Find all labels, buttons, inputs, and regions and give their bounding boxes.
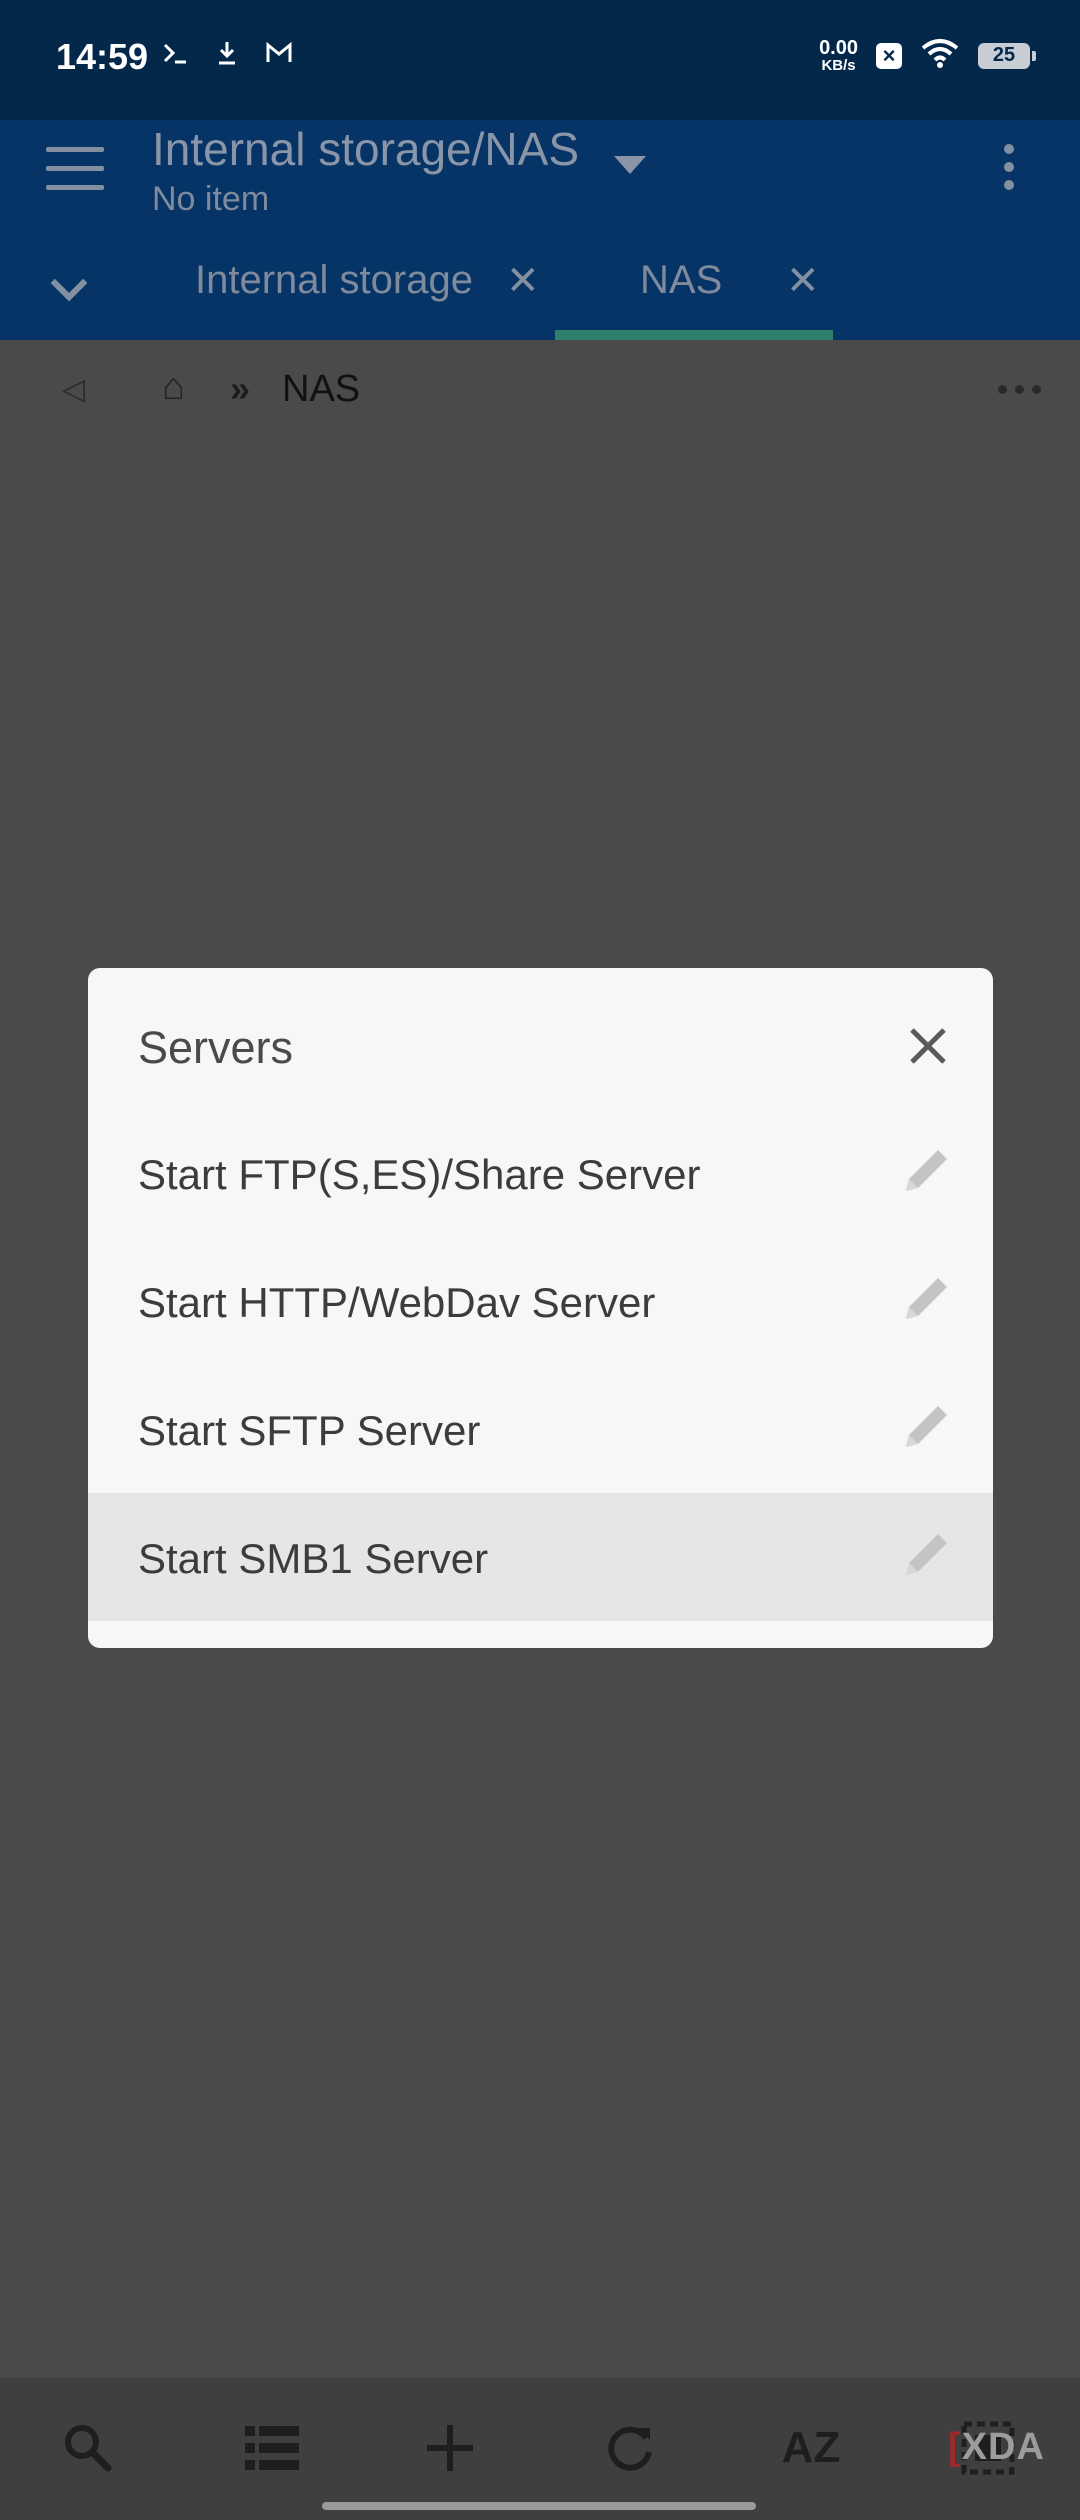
status-time: 14:59 [56, 36, 149, 77]
status-bar: 14:59 0.00 KB/s × 25 [0, 0, 1080, 120]
servers-dialog: Servers Start FTP(S,ES)/Share Server Sta… [88, 968, 993, 1648]
dialog-title: Servers [138, 1022, 294, 1073]
tab-internal-storage[interactable]: Internal storage [195, 258, 473, 303]
download-icon [212, 38, 242, 76]
list-view-icon[interactable] [242, 2418, 302, 2478]
server-item-label: Start SMB1 Server [138, 1535, 489, 1582]
breadcrumb-more-icon[interactable] [998, 385, 1041, 394]
edit-icon[interactable] [896, 1397, 956, 1457]
menu-icon[interactable] [46, 147, 104, 204]
page-title[interactable]: Internal storage/NAS [152, 122, 579, 176]
wifi-icon [920, 38, 960, 73]
sort-icon[interactable]: AZ [776, 2418, 846, 2478]
bottom-toolbar [0, 2378, 1080, 2520]
refresh-icon[interactable] [600, 2418, 660, 2478]
server-item-ftp[interactable]: Start FTP(S,ES)/Share Server [88, 1109, 993, 1237]
battery-icon: 25 [978, 42, 1036, 69]
close-tab-internal-storage-icon[interactable]: ✕ [506, 258, 540, 304]
status-notification-icons [160, 38, 294, 76]
back-icon[interactable]: ◁ [62, 372, 85, 407]
sim-disabled-icon: × [876, 42, 902, 69]
add-icon[interactable] [420, 2418, 480, 2478]
server-item-smb1[interactable]: Start SMB1 Server [88, 1493, 993, 1621]
gesture-nav-handle[interactable] [322, 2502, 756, 2510]
server-item-label: Start HTTP/WebDav Server [138, 1279, 656, 1326]
terminal-icon [160, 38, 190, 76]
edit-icon[interactable] [896, 1269, 956, 1329]
status-system-icons: 0.00 KB/s × 25 [819, 38, 1036, 73]
breadcrumb-current[interactable]: NAS [282, 368, 360, 411]
gmail-icon [264, 38, 294, 76]
server-item-label: Start SFTP Server [138, 1407, 481, 1454]
chevron-down-icon[interactable] [614, 156, 646, 174]
home-icon[interactable]: ⌂ [162, 366, 185, 409]
server-item-http[interactable]: Start HTTP/WebDav Server [88, 1237, 993, 1365]
close-tab-nas-icon[interactable]: ✕ [786, 258, 820, 304]
breadcrumb-separator: » [230, 368, 251, 409]
network-speed: 0.00 KB/s [819, 38, 858, 73]
active-tab-indicator [555, 330, 833, 340]
edit-icon[interactable] [896, 1525, 956, 1585]
edit-icon[interactable] [896, 1141, 956, 1201]
page-subtitle: No item [152, 180, 270, 218]
xda-watermark-logo: [XDA [948, 2426, 1045, 2468]
network-speed-unit: KB/s [821, 57, 856, 74]
server-item-label: Start FTP(S,ES)/Share Server [138, 1151, 701, 1198]
search-icon[interactable] [58, 2418, 118, 2478]
overflow-menu-icon[interactable] [1004, 144, 1014, 198]
tab-nas[interactable]: NAS [640, 258, 722, 303]
network-speed-value: 0.00 [819, 37, 858, 59]
close-icon[interactable] [900, 1018, 956, 1074]
server-item-sftp[interactable]: Start SFTP Server [88, 1365, 993, 1493]
